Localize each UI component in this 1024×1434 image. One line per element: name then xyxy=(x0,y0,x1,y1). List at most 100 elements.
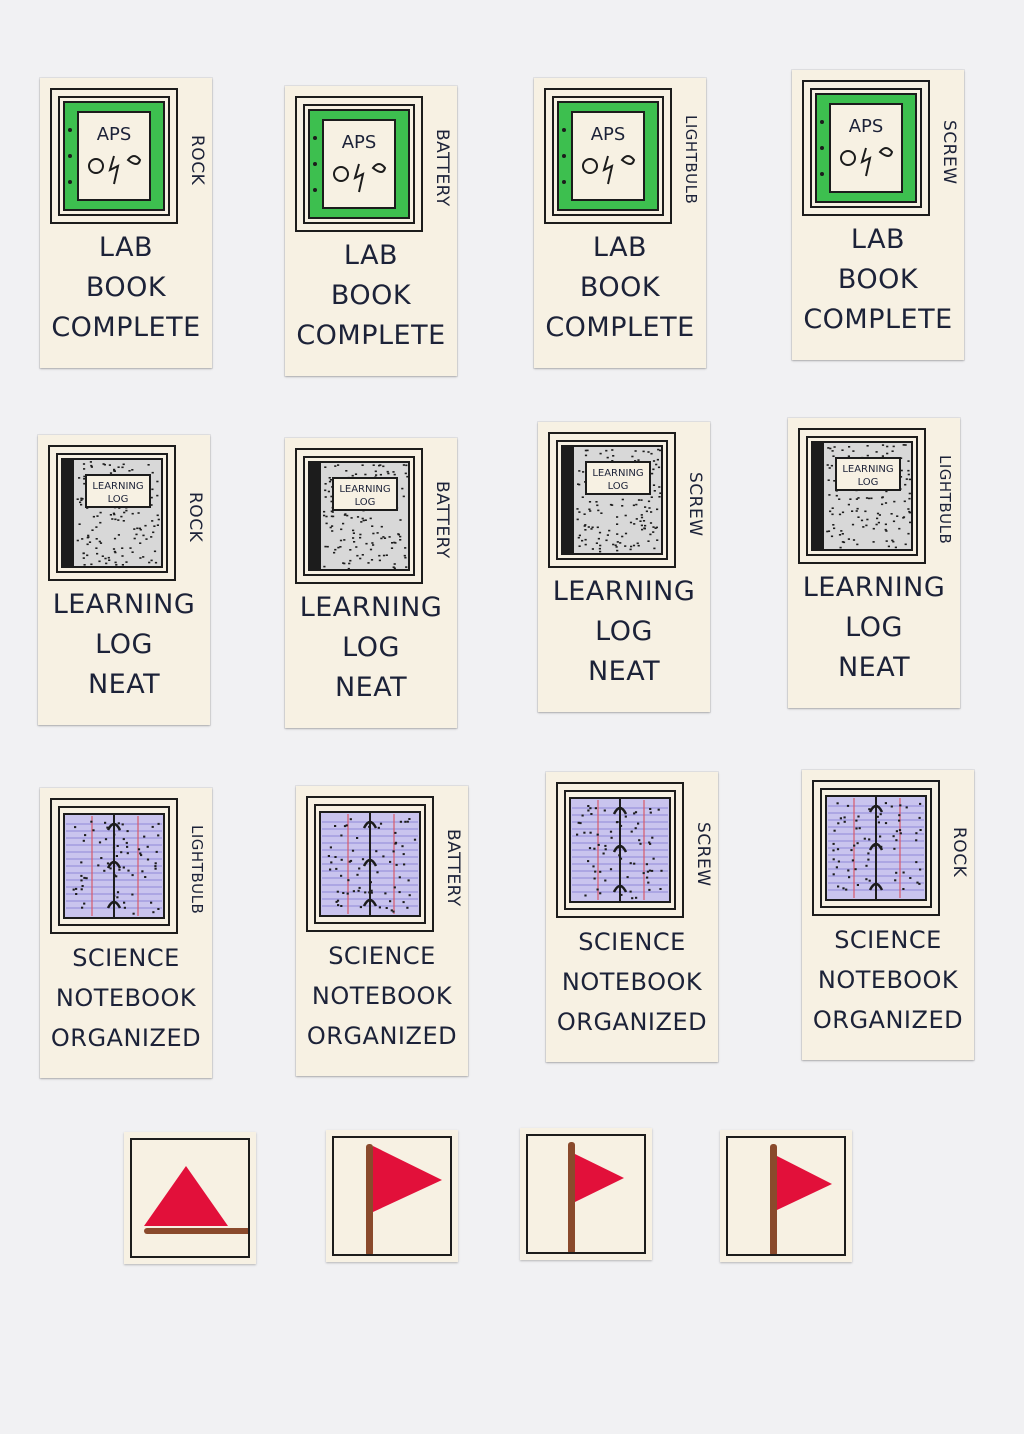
caption-line: BOOK xyxy=(837,264,919,295)
raised-flag-icon xyxy=(568,1142,624,1252)
lab-book-card: APS ROCK LAB BOOK COMPLETE xyxy=(40,78,212,368)
svg-text:APS: APS xyxy=(97,124,132,145)
caption-line: COMPLETE xyxy=(51,312,201,343)
spiral-notebook-icon xyxy=(556,782,684,918)
caption-line: ORGANIZED xyxy=(812,1006,964,1034)
caption-line: SCIENCE xyxy=(328,942,436,970)
caption-line: LEARNING xyxy=(552,576,696,607)
svg-text:LEARNING: LEARNING xyxy=(92,481,143,492)
caption-line: ORGANIZED xyxy=(50,1024,202,1052)
lab-book-icon: APS xyxy=(295,96,423,232)
caption-line: LAB xyxy=(592,232,648,263)
card-object-label: SCREW xyxy=(939,119,959,185)
lab-book-icon: APS xyxy=(544,88,672,224)
card-caption: LAB BOOK COMPLETE xyxy=(538,228,702,348)
svg-text:APS: APS xyxy=(342,132,377,153)
fallen-flag-tile xyxy=(124,1132,256,1264)
composition-notebook-icon: LEARNING LOG xyxy=(548,432,676,568)
svg-text:LOG: LOG xyxy=(608,481,629,492)
svg-text:LOG: LOG xyxy=(858,477,879,488)
card-caption: SCIENCE NOTEBOOK ORGANIZED xyxy=(44,938,208,1058)
svg-text:LEARNING: LEARNING xyxy=(842,464,893,475)
spiral-notebook-icon xyxy=(306,796,434,932)
caption-line: LEARNING xyxy=(299,592,443,623)
lab-book-card: APS LIGHTBULB LAB BOOK COMPLETE xyxy=(534,78,706,368)
spiral-notebook-icon xyxy=(812,780,940,916)
learning-log-card: LEARNING LOG ROCK LEARNING LOG NEAT xyxy=(38,435,210,725)
card-object-label: BATTERY xyxy=(432,481,452,559)
caption-line: NEAT xyxy=(87,669,161,700)
spiral-notebook-icon xyxy=(50,798,178,934)
science-notebook-card: BATTERY SCIENCE NOTEBOOK ORGANIZED xyxy=(296,786,468,1076)
caption-line: NOTEBOOK xyxy=(561,968,703,996)
lab-book-card: APS SCREW LAB BOOK COMPLETE xyxy=(792,70,964,360)
card-caption: LEARNING LOG NEAT xyxy=(542,572,706,692)
learning-log-card: LEARNING LOG SCREW LEARNING LOG NEAT xyxy=(538,422,710,712)
caption-line: SCIENCE xyxy=(72,944,180,972)
card-caption: LAB BOOK COMPLETE xyxy=(44,228,208,348)
caption-line: NOTEBOOK xyxy=(817,966,959,994)
caption-line: COMPLETE xyxy=(803,304,953,335)
caption-line: NEAT xyxy=(334,672,408,703)
card-object-label: SCREW xyxy=(685,471,705,537)
lab-book-icon: APS xyxy=(802,80,930,216)
caption-line: LAB xyxy=(98,232,154,263)
composition-notebook-icon: LEARNING LOG xyxy=(295,448,423,584)
raised-flag-icon xyxy=(366,1144,442,1254)
composition-notebook-icon: LEARNING LOG xyxy=(798,428,926,564)
card-object-label: LIGHTBULB xyxy=(936,455,954,545)
card-object-label: ROCK xyxy=(187,134,207,186)
caption-line: BOOK xyxy=(330,280,412,311)
card-caption: SCIENCE NOTEBOOK ORGANIZED xyxy=(300,936,464,1056)
caption-line: BOOK xyxy=(579,272,661,303)
svg-text:LEARNING: LEARNING xyxy=(339,484,390,495)
caption-line: COMPLETE xyxy=(545,312,695,343)
lab-book-card: APS BATTERY LAB BOOK COMPLETE xyxy=(285,86,457,376)
card-object-label: ROCK xyxy=(185,491,205,543)
card-object-label: ROCK xyxy=(949,826,969,878)
raised-flag-tile xyxy=(720,1130,852,1262)
caption-line: ORGANIZED xyxy=(306,1022,458,1050)
svg-text:APS: APS xyxy=(849,116,884,137)
caption-line: BOOK xyxy=(85,272,167,303)
science-notebook-card: ROCK SCIENCE NOTEBOOK ORGANIZED xyxy=(802,770,974,1060)
card-object-label: LIGHTBULB xyxy=(188,825,206,915)
svg-text:LOG: LOG xyxy=(355,497,376,508)
learning-log-card: LEARNING LOG BATTERY LEARNING LOG NEAT xyxy=(285,438,457,728)
card-object-label: BATTERY xyxy=(443,829,463,907)
caption-line: ORGANIZED xyxy=(556,1008,708,1036)
caption-line: SCIENCE xyxy=(834,926,942,954)
card-caption: LAB BOOK COMPLETE xyxy=(289,236,453,356)
caption-line: LAB xyxy=(343,240,399,271)
caption-line: LOG xyxy=(342,632,400,663)
card-object-label: SCREW xyxy=(693,821,713,887)
caption-line: LOG xyxy=(595,616,653,647)
card-caption: LEARNING LOG NEAT xyxy=(42,585,206,705)
caption-line: NOTEBOOK xyxy=(55,984,197,1012)
lab-book-icon: APS xyxy=(50,88,178,224)
raised-flag-icon xyxy=(770,1144,832,1254)
science-notebook-card: LIGHTBULB SCIENCE NOTEBOOK ORGANIZED xyxy=(40,788,212,1078)
card-caption: SCIENCE NOTEBOOK ORGANIZED xyxy=(550,922,714,1042)
caption-line: NEAT xyxy=(587,656,661,687)
card-object-label: LIGHTBULB xyxy=(682,115,700,205)
learning-log-card: LEARNING LOG LIGHTBULB LEARNING LOG NEAT xyxy=(788,418,960,708)
card-caption: SCIENCE NOTEBOOK ORGANIZED xyxy=(806,920,970,1040)
card-caption: LEARNING LOG NEAT xyxy=(792,568,956,688)
caption-line: LOG xyxy=(845,612,903,643)
svg-text:LOG: LOG xyxy=(108,494,129,505)
svg-text:LEARNING: LEARNING xyxy=(592,468,643,479)
card-object-label: BATTERY xyxy=(432,129,452,207)
caption-line: LEARNING xyxy=(52,589,196,620)
caption-line: SCIENCE xyxy=(578,928,686,956)
card-caption: LEARNING LOG NEAT xyxy=(289,588,453,708)
composition-notebook-icon: LEARNING LOG xyxy=(48,445,176,581)
svg-text:APS: APS xyxy=(591,124,626,145)
caption-line: NEAT xyxy=(837,652,911,683)
caption-line: LEARNING xyxy=(802,572,946,603)
caption-line: LOG xyxy=(95,629,153,660)
raised-flag-tile xyxy=(326,1130,458,1262)
science-notebook-card: SCREW SCIENCE NOTEBOOK ORGANIZED xyxy=(546,772,718,1062)
raised-flag-tile xyxy=(520,1128,652,1260)
caption-line: LAB xyxy=(850,224,906,255)
